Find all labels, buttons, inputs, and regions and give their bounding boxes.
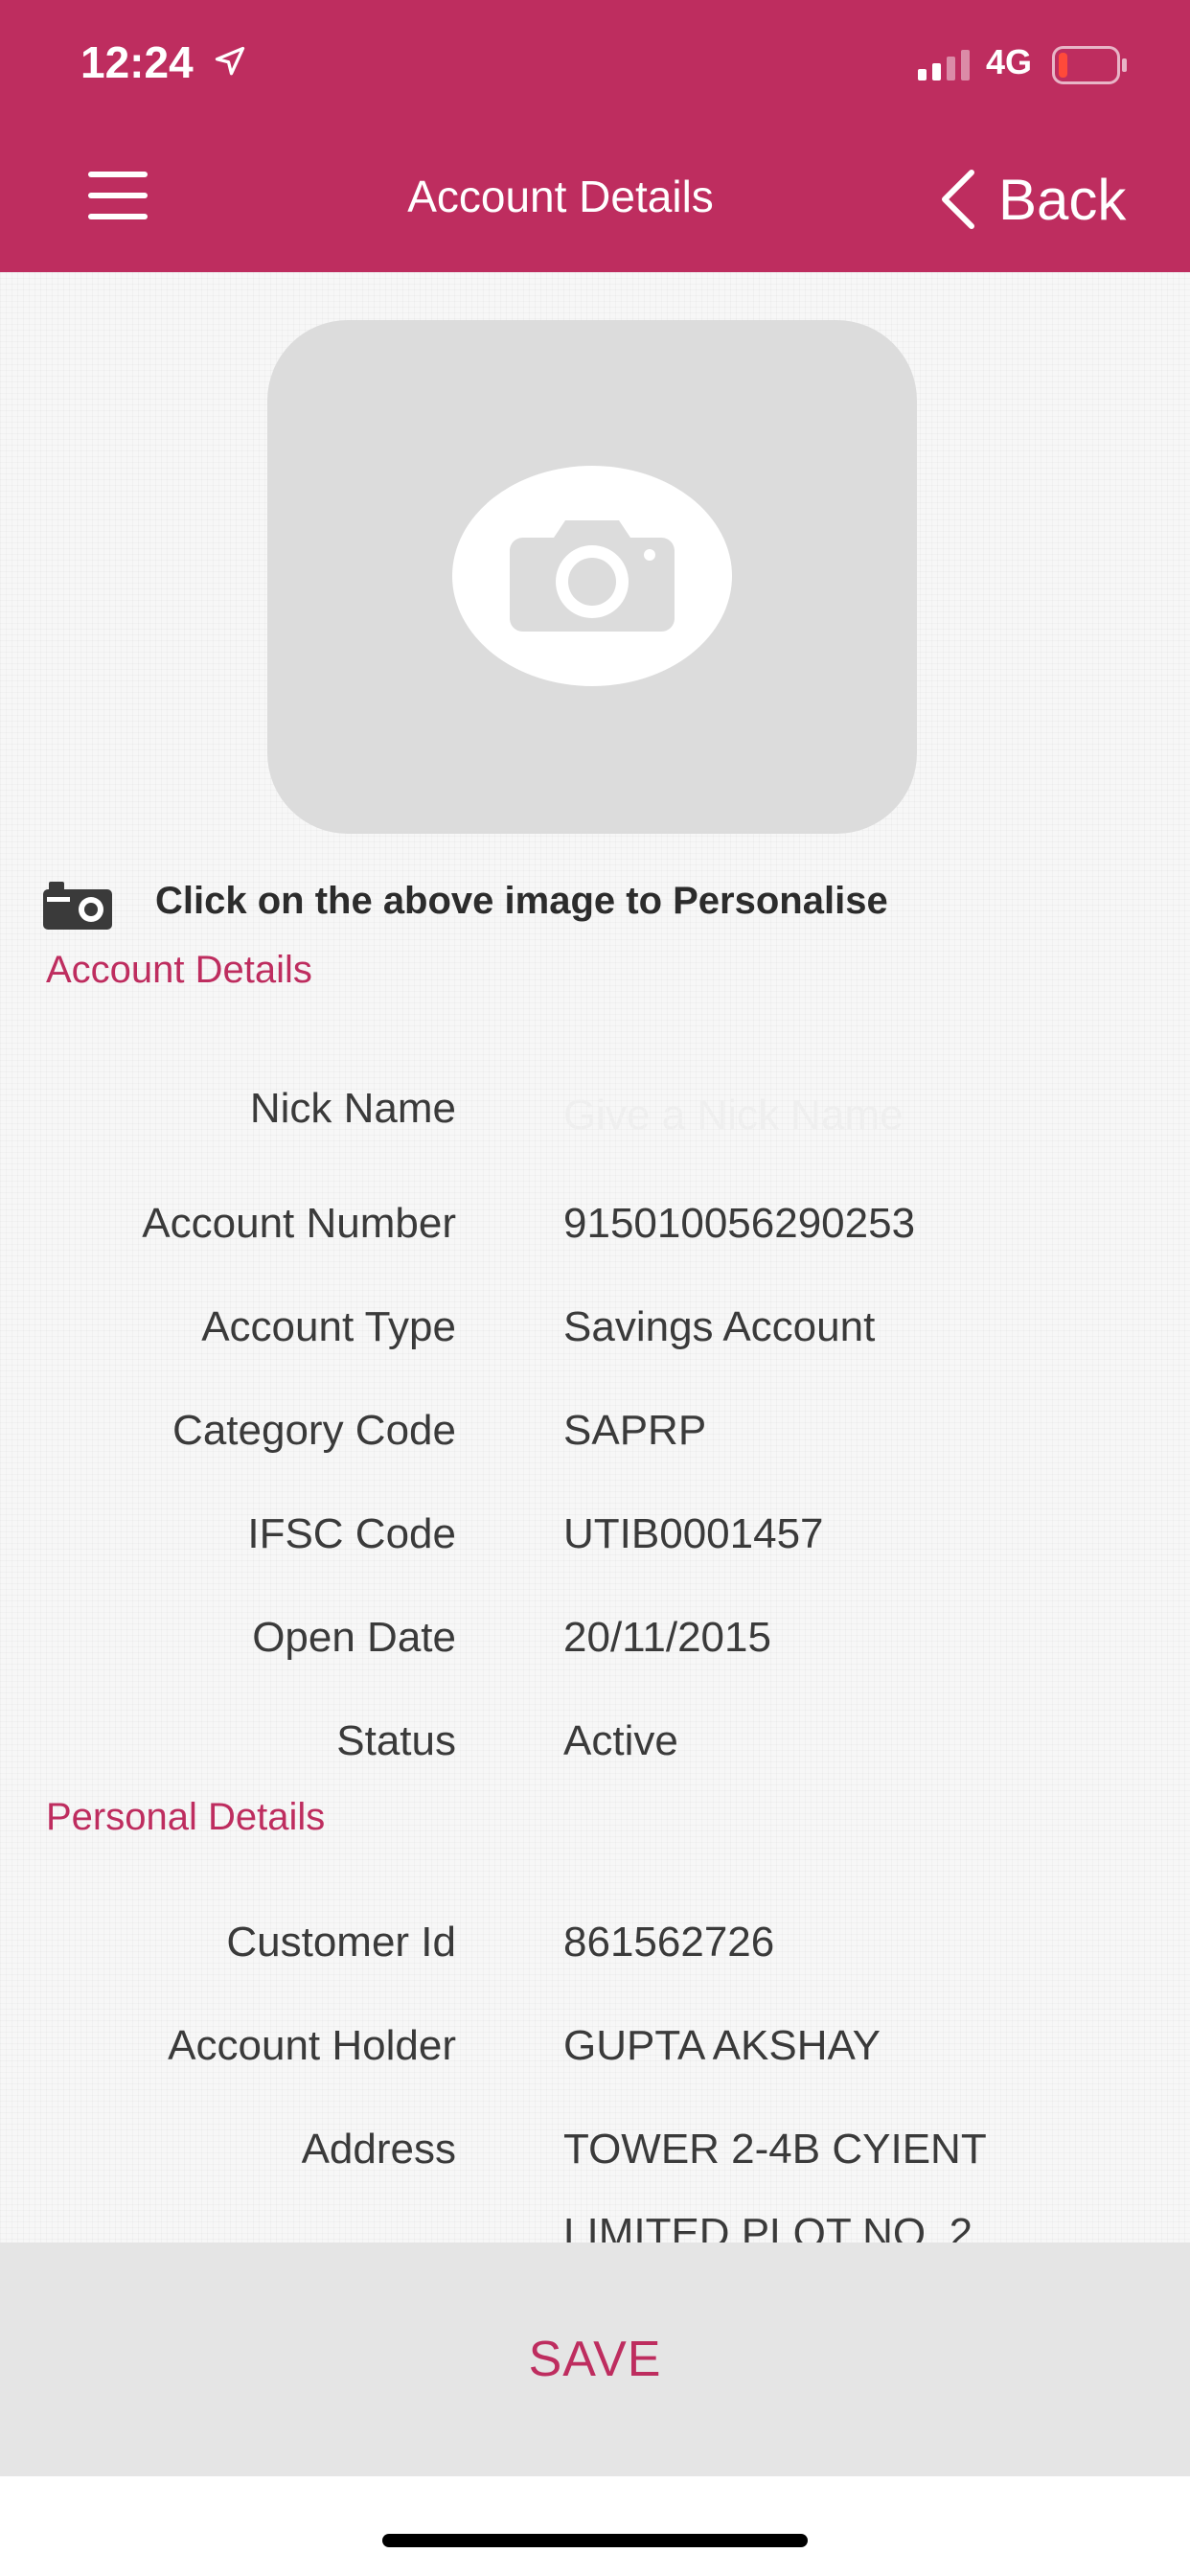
- status-time: 12:24: [80, 37, 194, 87]
- home-indicator[interactable]: [382, 2534, 808, 2547]
- network-type: 4G: [986, 42, 1033, 81]
- camera-circle: [452, 466, 732, 686]
- address-continuation: LIMITED PLOT NO. 2: [563, 2210, 973, 2242]
- save-button[interactable]: SAVE: [0, 2242, 1190, 2476]
- status-value: Active: [563, 1717, 678, 1764]
- account-holder-label: Account Holder: [168, 2022, 456, 2069]
- personalise-hint: Click on the above image to Personalise: [155, 880, 888, 922]
- personal-details-heading: Personal Details: [46, 1796, 326, 1838]
- account-holder-value: GUPTA AKSHAY: [563, 2022, 881, 2069]
- ifsc-code-label: IFSC Code: [247, 1510, 456, 1557]
- open-date-label: Open Date: [252, 1614, 456, 1661]
- category-code-label: Category Code: [172, 1407, 456, 1454]
- signal-icon: [918, 50, 970, 80]
- account-type-label: Account Type: [201, 1303, 456, 1350]
- category-code-value: SAPRP: [563, 1407, 707, 1454]
- app-header: 12:24 4G Account Details Back: [0, 0, 1190, 272]
- content-area[interactable]: Click on the above image to Personalise …: [0, 272, 1190, 2242]
- nick-name-input[interactable]: [548, 1077, 1173, 1154]
- account-number-label: Account Number: [142, 1200, 456, 1247]
- status-label: Status: [336, 1717, 456, 1764]
- camera-hint-icon: [43, 882, 112, 930]
- back-label: Back: [998, 167, 1127, 232]
- account-number-value: 915010056290253: [563, 1200, 916, 1247]
- account-type-value: Savings Account: [563, 1303, 876, 1350]
- open-date-value: 20/11/2015: [563, 1614, 771, 1661]
- camera-icon: [510, 520, 675, 632]
- account-details-heading: Account Details: [46, 949, 312, 991]
- address-value: TOWER 2-4B CYIENT: [563, 2126, 987, 2173]
- back-button[interactable]: Back: [939, 161, 1126, 238]
- profile-photo-picker[interactable]: [267, 320, 917, 834]
- nick-name-label: Nick Name: [249, 1085, 456, 1132]
- address-label: Address: [301, 2126, 456, 2173]
- customer-id-label: Customer Id: [226, 1919, 456, 1966]
- customer-id-value: 861562726: [563, 1919, 775, 1966]
- ifsc-code-value: UTIB0001457: [563, 1510, 824, 1557]
- location-arrow-icon: [215, 46, 245, 76]
- chevron-left-icon: [942, 170, 974, 229]
- battery-icon: [1052, 46, 1127, 84]
